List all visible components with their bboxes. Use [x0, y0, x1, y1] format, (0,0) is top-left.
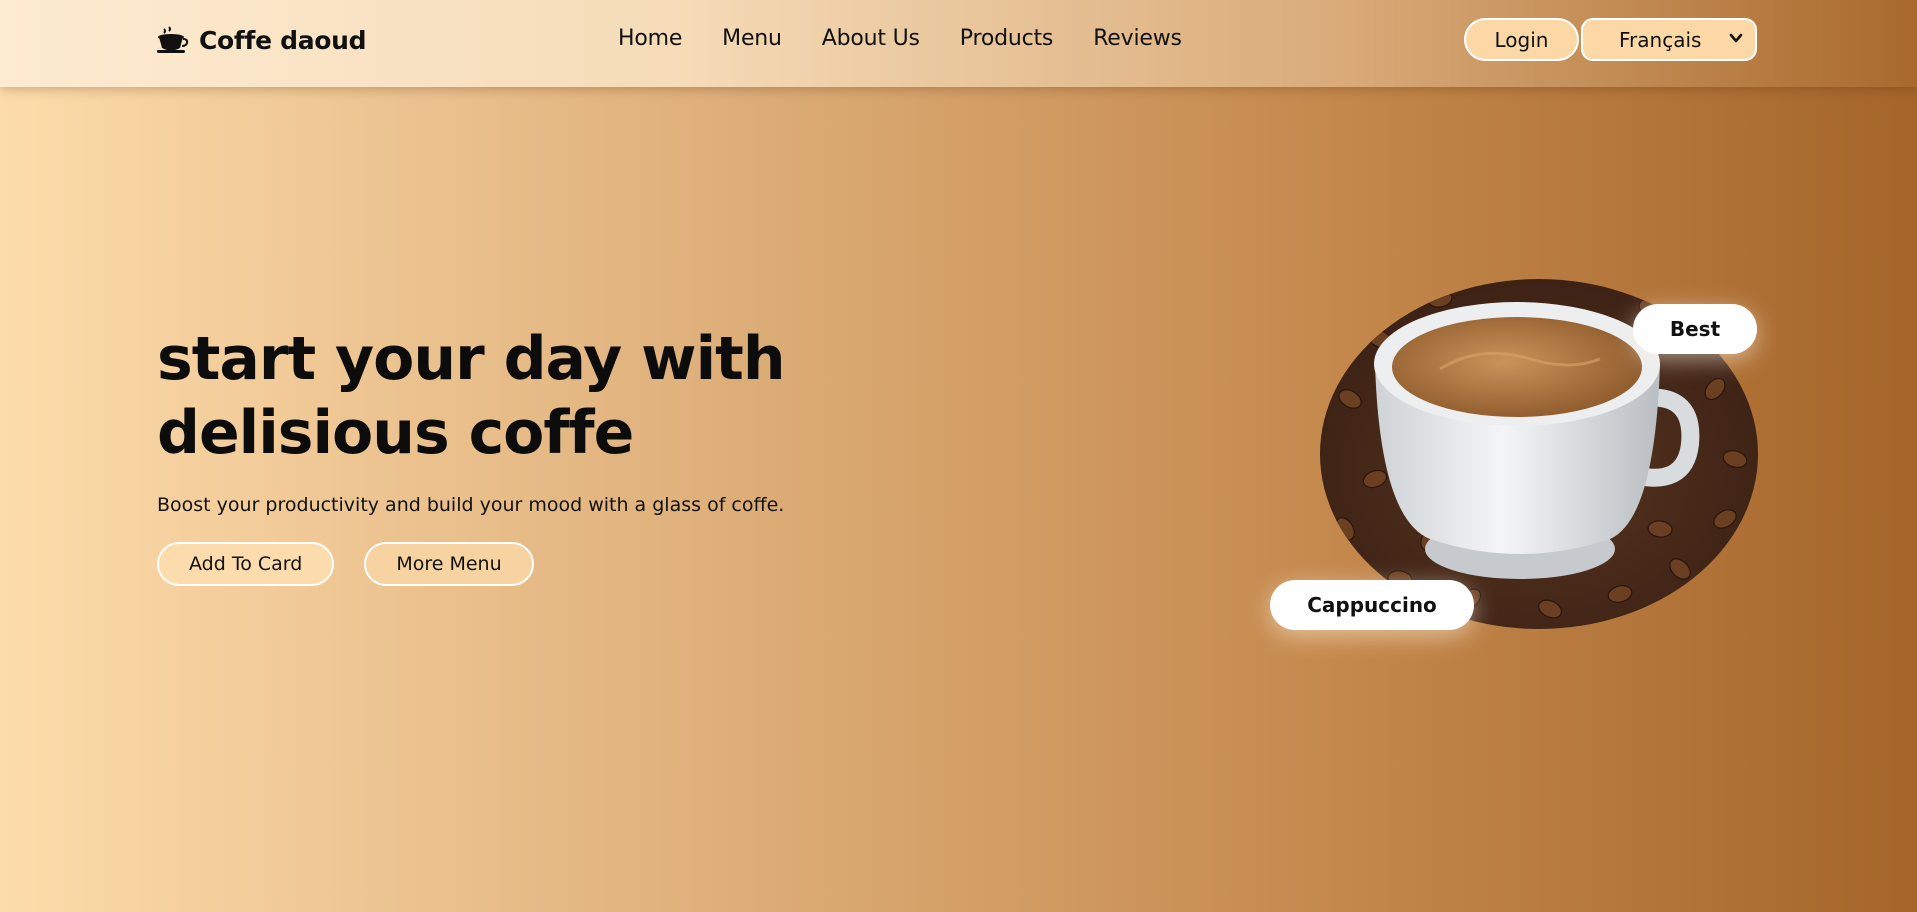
- login-button[interactable]: Login: [1464, 18, 1579, 61]
- language-selected-value: Français: [1619, 27, 1702, 52]
- nav-item-menu[interactable]: Menu: [722, 26, 782, 51]
- nav-item-reviews[interactable]: Reviews: [1093, 26, 1182, 51]
- brand-logo[interactable]: Coffe daoud: [157, 24, 367, 56]
- hero-title-line-1: start your day with: [157, 324, 786, 394]
- coffee-cup-icon: [157, 26, 189, 53]
- nav-item-about-us[interactable]: About Us: [822, 26, 920, 51]
- more-menu-button[interactable]: More Menu: [364, 542, 534, 586]
- product-name-label: Cappuccino: [1270, 580, 1474, 630]
- chevron-down-icon: [1729, 33, 1743, 43]
- best-badge: Best: [1633, 304, 1757, 354]
- hero-subtitle: Boost your productivity and build your m…: [157, 494, 785, 516]
- hero-actions: Add To Card More Menu: [157, 542, 534, 586]
- main-nav: Home Menu About Us Products Reviews: [618, 26, 1182, 51]
- add-to-card-button[interactable]: Add To Card: [157, 542, 335, 586]
- hero-title: start your day with delisious coffe: [157, 322, 857, 470]
- hero-title-line-2: delisious coffe: [157, 398, 634, 468]
- nav-item-home[interactable]: Home: [618, 26, 682, 51]
- language-select[interactable]: Français: [1581, 18, 1757, 61]
- brand-name: Coffe daoud: [199, 25, 367, 55]
- site-header: Coffe daoud Home Menu About Us Products …: [0, 0, 1917, 87]
- nav-item-products[interactable]: Products: [960, 26, 1054, 51]
